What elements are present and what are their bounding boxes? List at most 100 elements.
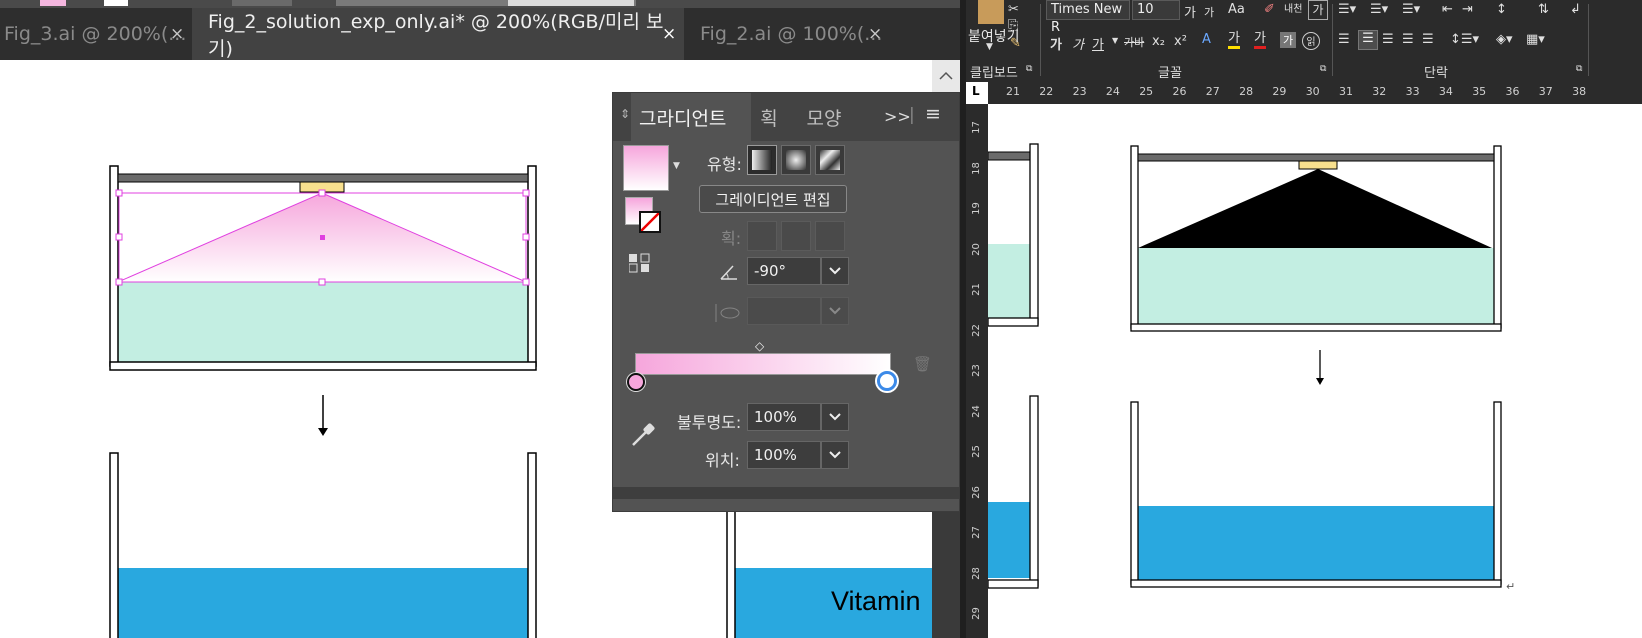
panel-tabs: ⇕ 그라디언트 획 모양 >> | ≡ <box>613 93 959 141</box>
strikethrough-button[interactable]: 가바 <box>1124 34 1144 50</box>
italic-button[interactable]: 가 <box>1072 34 1084 53</box>
paste-label[interactable]: 붙여넣기 <box>968 26 1020 46</box>
panel-resize-grip[interactable] <box>613 487 959 499</box>
bullets-icon[interactable]: ☰▾ <box>1338 2 1356 17</box>
container-top[interactable] <box>109 165 537 371</box>
cut-icon[interactable]: ✂ <box>1008 2 1019 17</box>
tab-stroke[interactable]: 획 <box>747 93 791 141</box>
word-container-bottom[interactable] <box>1130 401 1502 588</box>
char-shading-icon[interactable]: 가 <box>1280 32 1296 48</box>
numbering-icon[interactable]: ☰▾ <box>1370 2 1388 17</box>
trash-icon[interactable]: 🗑 <box>913 355 932 373</box>
subscript-button[interactable]: x₂ <box>1152 34 1165 49</box>
gradient-stop-start[interactable] <box>627 373 645 391</box>
align-center-icon[interactable]: ☰ <box>1358 30 1378 50</box>
chevron-down-icon[interactable]: ▼ <box>673 161 680 171</box>
gradient-stop-end[interactable] <box>877 371 897 391</box>
paste-icon[interactable] <box>978 0 1004 24</box>
document-tab-bar: Fig_3.ai @ 200%(... × Fig_2_solution_exp… <box>0 8 960 60</box>
tab-appearance[interactable]: 모양 <box>795 93 853 141</box>
gradient-preview-swatch[interactable] <box>623 145 669 191</box>
chevron-down-icon[interactable] <box>821 441 849 469</box>
word-document-area[interactable]: ↵ <box>988 104 1642 638</box>
radial-gradient-button[interactable] <box>781 145 811 175</box>
panel-menu-icon[interactable]: ≡ <box>925 103 941 125</box>
midpoint-diamond-icon[interactable]: ◇ <box>755 339 764 353</box>
phonetic-guide-icon[interactable]: 내천 <box>1284 0 1302 15</box>
angle-field[interactable]: -90° <box>747 257 821 285</box>
tab-selector[interactable]: L <box>966 82 988 104</box>
chevron-down-icon[interactable] <box>821 403 849 431</box>
stroke-none-icon[interactable] <box>639 211 661 233</box>
font-color-icon[interactable]: 가 <box>1254 32 1266 49</box>
align-right-icon[interactable]: ☰ <box>1382 32 1394 47</box>
superscript-button[interactable]: x² <box>1174 34 1187 49</box>
clear-format-icon[interactable]: ✐ <box>1264 2 1275 17</box>
shrink-font-button[interactable]: 가 <box>1204 4 1214 20</box>
chevron-down-icon[interactable]: ▼ <box>986 42 993 52</box>
sort-icon[interactable]: ↕ <box>1496 2 1507 17</box>
tab-gradient[interactable]: 그라디언트 <box>631 93 751 141</box>
separator: | <box>909 105 915 125</box>
freeform-gradient-button[interactable] <box>815 145 845 175</box>
show-marks-icon[interactable]: ↲ <box>1570 2 1581 17</box>
borders-icon[interactable]: ▦▾ <box>1526 32 1545 47</box>
chevron-down-icon[interactable] <box>821 257 849 285</box>
word-container-top[interactable] <box>1130 145 1502 332</box>
align-left-icon[interactable]: ☰ <box>1338 32 1350 47</box>
close-icon[interactable]: × <box>868 24 882 44</box>
increase-indent-icon[interactable]: ⇥ <box>1462 2 1473 17</box>
grow-font-button[interactable]: 가 <box>1184 2 1196 21</box>
bold-button[interactable]: 가 <box>1050 34 1062 53</box>
dialog-launcher-icon[interactable]: ⧉ <box>1576 64 1582 74</box>
eyedropper-icon[interactable] <box>629 421 657 453</box>
char-border-icon[interactable]: 가 <box>1308 0 1328 20</box>
justify-icon[interactable]: ☰ <box>1402 32 1414 47</box>
tab-fig3[interactable]: Fig_3.ai @ 200%(... × <box>0 8 192 60</box>
expand-icon[interactable]: >> <box>884 107 911 126</box>
underline-button[interactable]: 가 <box>1092 34 1104 53</box>
chevron-down-icon[interactable]: ▼ <box>1112 36 1118 45</box>
separator <box>1040 4 1041 76</box>
asian-layout-icon[interactable]: ⇅ <box>1538 2 1549 17</box>
vitamin-label[interactable]: Vitamin <box>831 586 921 617</box>
highlight-icon[interactable]: 가 <box>1228 32 1240 49</box>
close-icon[interactable]: × <box>170 24 184 44</box>
close-icon[interactable]: × <box>662 24 676 44</box>
tab-fig2[interactable]: Fig_2.ai @ 100%(... × <box>696 8 896 60</box>
vertical-ruler[interactable]: 17 18 19 20 21 22 23 24 25 26 27 28 29 <box>966 104 988 638</box>
linear-gradient-button[interactable] <box>747 145 777 175</box>
enclose-char-icon[interactable]: 읽 <box>1302 32 1320 50</box>
container-bottom[interactable] <box>109 452 537 638</box>
dialog-launcher-icon[interactable]: ⧉ <box>1320 64 1326 74</box>
opacity-field[interactable]: 100% <box>747 403 821 431</box>
distributed-icon[interactable]: ☰ <box>1422 32 1434 47</box>
multilevel-list-icon[interactable]: ☰▾ <box>1402 2 1420 17</box>
panel-collapse-icon[interactable]: ⇕ <box>620 107 630 121</box>
container-floor <box>1130 579 1502 588</box>
aspect-ratio-field[interactable] <box>747 297 821 325</box>
gradient-slider[interactable] <box>635 353 891 375</box>
style-field[interactable] <box>508 0 634 6</box>
location-field[interactable]: 100% <box>747 441 821 469</box>
font-name-field[interactable]: Times New R <box>1046 0 1130 35</box>
line-spacing-icon[interactable]: ↕☰▾ <box>1450 32 1479 47</box>
tab-fig2-solution[interactable]: Fig_2_solution_exp_only.ai* @ 200%(RGB/미… <box>192 8 684 60</box>
stroke-gradient-along-button[interactable] <box>781 221 811 251</box>
edit-gradient-button[interactable]: 그레이디언트 편집 <box>699 185 847 213</box>
reverse-gradient-icon[interactable] <box>628 253 651 273</box>
stroke-gradient-within-button[interactable] <box>747 221 777 251</box>
scroll-up-icon[interactable] <box>932 60 960 92</box>
shading-icon[interactable]: ◈▾ <box>1496 32 1513 47</box>
stroke-gradient-across-button[interactable] <box>815 221 845 251</box>
font-size-field[interactable]: 10 <box>1132 0 1180 20</box>
dialog-launcher-icon[interactable]: ⧉ <box>1026 64 1032 74</box>
horizontal-ruler[interactable]: L 21 22 23 24 25 26 27 28 29 30 31 32 33 34 35 36 37 38 <box>966 82 1642 104</box>
fill-swatch[interactable] <box>40 0 66 6</box>
stroke-weight-field[interactable] <box>232 0 292 6</box>
text-effects-icon[interactable]: A <box>1202 32 1211 47</box>
stroke-swatch[interactable] <box>104 0 128 6</box>
decrease-indent-icon[interactable]: ⇤ <box>1442 2 1453 17</box>
change-case-button[interactable]: Aa <box>1228 2 1245 17</box>
chevron-down-icon[interactable] <box>821 297 849 325</box>
